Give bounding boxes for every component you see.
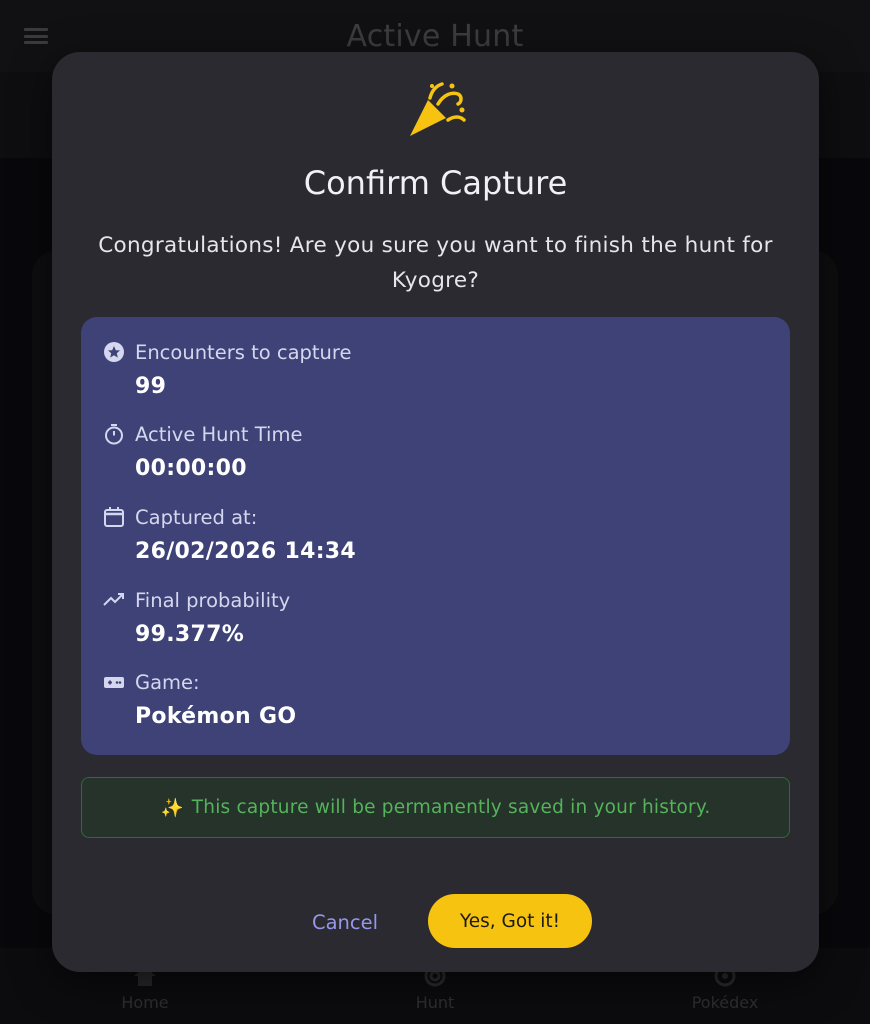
gamepad-icon: [104, 677, 124, 688]
detail-label: Final probability: [135, 589, 291, 612]
detail-value: 26/02/2026 14:34: [135, 539, 357, 564]
trending-up-icon: [103, 593, 124, 606]
dialog-message: Congratulations! Are you sure you want t…: [98, 233, 773, 293]
capture-details-panel: Encounters to capture 99 Active Hunt Tim…: [81, 317, 790, 755]
timer-icon: [105, 424, 123, 445]
history-notice: ✨ This capture will be permanently saved…: [81, 777, 790, 838]
detail-value: 99: [135, 374, 167, 399]
detail-label: Encounters to capture: [135, 341, 352, 364]
detail-row-encounters: Encounters to capture 99: [81, 317, 790, 399]
confirm-capture-dialog: Confirm Capture Congratulations! Are you…: [52, 52, 819, 972]
detail-value: 99.377%: [135, 622, 245, 647]
notice-text: This capture will be permanently saved i…: [191, 797, 711, 818]
star-circle-icon: [104, 342, 124, 362]
detail-label: Active Hunt Time: [135, 423, 303, 446]
cancel-button[interactable]: Cancel: [290, 900, 400, 944]
detail-row-game: Game: Pokémon GO: [81, 647, 790, 729]
detail-row-probability: Final probability 99.377%: [81, 565, 790, 647]
detail-label: Captured at:: [135, 506, 258, 529]
dialog-title: Confirm Capture: [303, 164, 568, 202]
confirm-button[interactable]: Yes, Got it!: [428, 894, 592, 948]
sparkles-icon: ✨: [160, 797, 184, 819]
party-popper-icon: [410, 82, 466, 136]
detail-row-hunt-time: Active Hunt Time 00:00:00: [81, 399, 790, 481]
calendar-icon: [104, 507, 124, 527]
detail-value: 00:00:00: [135, 456, 247, 481]
detail-row-captured-at: Captured at: 26/02/2026 14:34: [81, 482, 790, 564]
detail-label: Game:: [135, 671, 200, 694]
detail-value: Pokémon GO: [135, 704, 297, 729]
